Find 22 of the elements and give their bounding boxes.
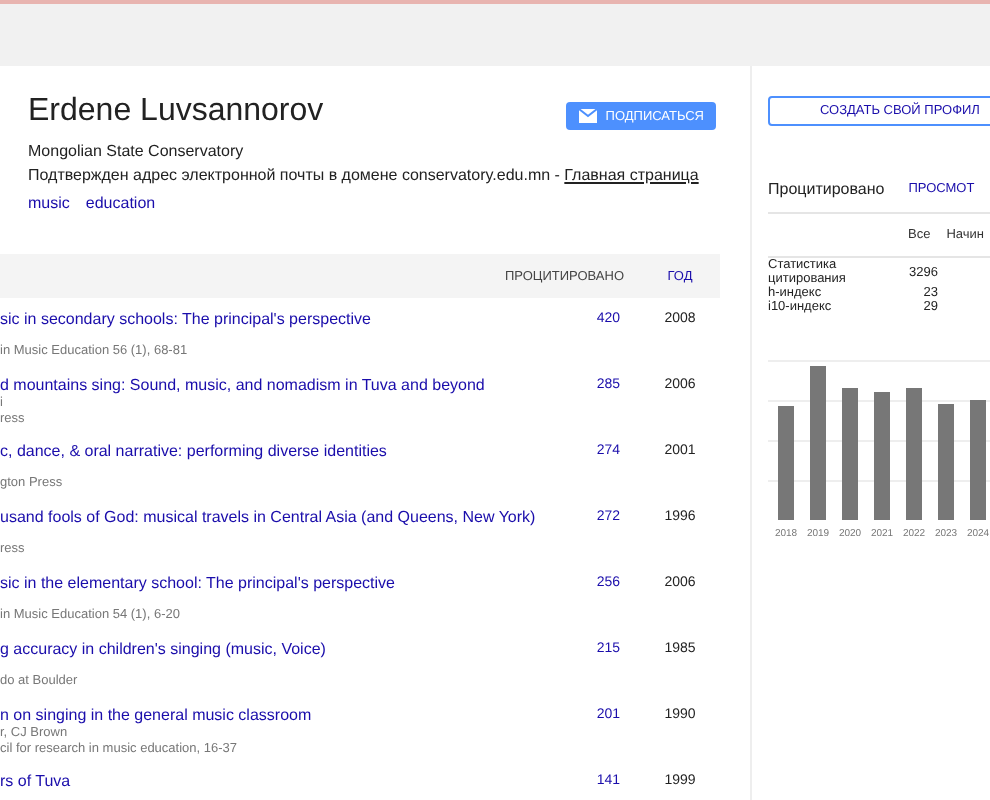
homepage-link[interactable]: Главная страница	[564, 166, 699, 184]
article-title-link[interactable]: sic in the elementary school: The principal's perspective	[0, 572, 395, 594]
interest-link[interactable]: music	[28, 194, 70, 212]
citation-bar	[874, 392, 890, 520]
article-title-link[interactable]: g accuracy in children's singing (music, Voice)	[0, 638, 326, 660]
article-title-link[interactable]: c, dance, & oral narrative: performing diverse identities	[0, 440, 387, 462]
profile-name: Erdene Luvsannorov	[28, 94, 324, 130]
interest-link[interactable]: education	[85, 194, 156, 212]
article-title-link[interactable]: usand fools of God: musical travels in Central Asia (and Queens, New York)	[0, 506, 536, 528]
citation-bar	[842, 388, 858, 520]
citation-bar	[778, 406, 794, 520]
citation-bar	[970, 400, 986, 520]
affiliation: Mongolian State Conservatory	[28, 142, 246, 160]
verified-email-text: Подтвержден адрес электронной почты в домене conservatory.edu.mn - Главная страница	[28, 166, 701, 184]
article-title-link[interactable]: rs of Tuva	[0, 770, 71, 792]
citation-bar	[938, 404, 954, 520]
article-title-link[interactable]: d mountains sing: Sound, music, and nomadism in Tuva and beyond	[0, 374, 485, 396]
citation-bar	[906, 388, 922, 520]
cited-heading: Процитировано	[768, 180, 885, 198]
envelope-icon	[577, 108, 598, 124]
article-title-link[interactable]: sic in secondary schools: The principal's perspective	[0, 308, 371, 330]
article-title-link[interactable]: n on singing in the general music classroom	[0, 704, 312, 726]
